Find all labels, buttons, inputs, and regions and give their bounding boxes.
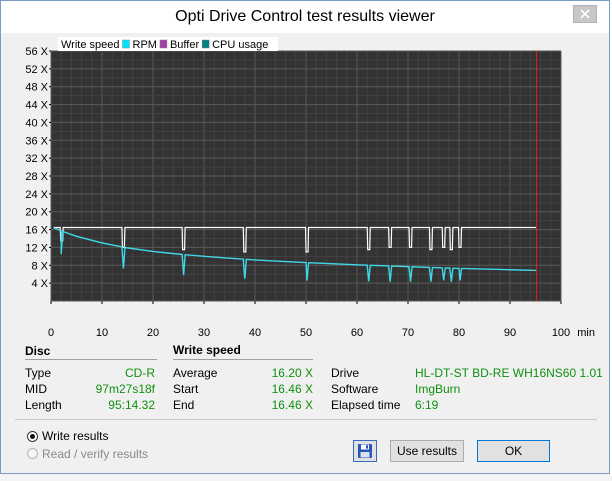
end-label: End [173, 398, 195, 412]
write-results-label[interactable]: Write results [42, 429, 108, 443]
disc-length-value: 95:14.32 [108, 398, 155, 412]
average-value: 16.20 X [271, 366, 313, 380]
speed-chart: 56 X 52 X 48 X 44 X 40 X 36 X 32 X 28 X 24 X 20 X… [25, 37, 595, 339]
legend-swatch [201, 39, 210, 49]
x-tick-label: 70 [402, 327, 414, 339]
disc-length-label: Length [25, 398, 62, 412]
software-value: ImgBurn [415, 382, 461, 396]
y-tick-label: 44 X [25, 100, 48, 112]
y-tick-label: 4 X [31, 278, 48, 290]
save-button[interactable] [353, 440, 377, 462]
x-unit-label: min [577, 327, 595, 339]
ok-button[interactable]: OK [477, 440, 550, 462]
y-tick-label: 16 X [25, 225, 48, 237]
x-tick-label: 0 [48, 327, 54, 339]
y-axis: 56 X 52 X 48 X 44 X 40 X 36 X 32 X 28 X 24 X 20 X… [25, 46, 51, 290]
legend-swatch [122, 39, 130, 49]
x-tick-label: 10 [96, 327, 108, 339]
read-verify-results-radio [27, 448, 38, 459]
y-tick-label: 28 X [25, 171, 48, 183]
window-title: Opti Drive Control test results viewer [175, 8, 435, 25]
x-tick-label: 80 [453, 327, 465, 339]
legend: Write speed RPM Buffer CPU usage [58, 37, 278, 51]
x-tick-label: 100 [552, 327, 570, 339]
x-tick-label: 20 [147, 327, 159, 339]
close-button[interactable] [573, 5, 597, 23]
x-tick-label: 30 [198, 327, 210, 339]
y-tick-label: 48 X [25, 82, 48, 94]
use-results-button[interactable]: Use results [390, 440, 464, 462]
write-speed-divider [173, 359, 313, 360]
x-tick-label: 40 [249, 327, 261, 339]
chart-area: 56 X 52 X 48 X 44 X 40 X 36 X 32 X 28 X 24 X 20 X… [1, 33, 609, 339]
read-verify-results-label: Read / verify results [42, 447, 149, 461]
bottom-divider [15, 419, 597, 420]
y-tick-label: 40 X [25, 117, 48, 129]
background-window-bottom [0, 474, 612, 481]
legend-label: Buffer [170, 39, 199, 51]
disc-type-label: Type [25, 366, 52, 380]
end-value: 16.46 X [271, 398, 313, 412]
software-label: Software [331, 382, 379, 396]
disc-mid-value: 97m27s18f [95, 382, 155, 396]
drive-label: Drive [331, 366, 360, 380]
legend-swatch [159, 39, 168, 49]
drive-value: HL-DT-ST BD-RE WH16NS60 1.01 [415, 366, 603, 380]
y-tick-label: 12 X [25, 242, 48, 254]
legend-label: CPU usage [212, 39, 268, 51]
legend-label: RPM [133, 39, 157, 51]
y-tick-label: 52 X [25, 64, 48, 76]
disc-type-value: CD-R [125, 366, 155, 380]
floppy-disk-icon [358, 444, 372, 458]
x-tick-label: 60 [351, 327, 363, 339]
title-bar: Opti Drive Control test results viewer [1, 1, 609, 33]
results-viewer-window: Opti Drive Control test results viewer 5… [0, 0, 610, 474]
y-tick-label: 8 X [31, 260, 48, 272]
close-icon [580, 9, 590, 19]
start-label: Start [173, 382, 199, 396]
x-axis: 0 10 20 30 40 50 60 70 80 90 100 [48, 301, 570, 339]
y-tick-label: 56 X [25, 46, 48, 58]
average-label: Average [173, 366, 218, 380]
disc-divider [25, 359, 157, 360]
write-speed-header: Write speed [173, 343, 241, 357]
elapsed-time-label: Elapsed time [331, 398, 401, 412]
y-tick-label: 36 X [25, 135, 48, 147]
elapsed-time-value: 6:19 [415, 398, 439, 412]
x-tick-label: 50 [300, 327, 312, 339]
disc-header: Disc [25, 344, 51, 358]
y-tick-label: 20 X [25, 207, 48, 219]
y-tick-label: 32 X [25, 153, 48, 165]
disc-mid-label: MID [25, 382, 47, 396]
start-value: 16.46 X [271, 382, 313, 396]
write-results-radio[interactable] [27, 431, 38, 442]
y-tick-label: 24 X [25, 189, 48, 201]
x-tick-label: 90 [504, 327, 516, 339]
legend-label: Write speed [61, 39, 120, 51]
